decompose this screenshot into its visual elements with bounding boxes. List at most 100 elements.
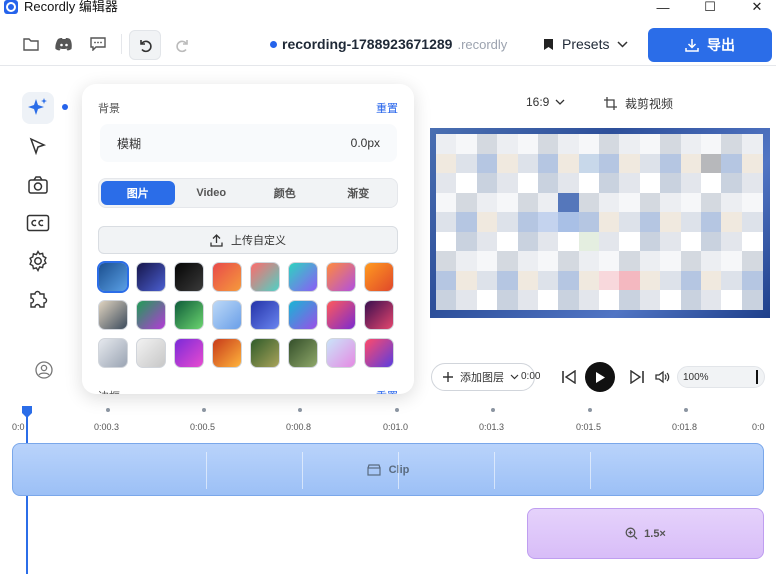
ruler-label: 0:00.3 [94,422,120,432]
wallpaper-thumbnail[interactable] [136,300,166,330]
preview-pixel [517,192,539,213]
discord-icon[interactable] [52,32,76,56]
volume-button[interactable] [652,366,674,388]
wallpaper-thumbnail[interactable] [326,262,356,292]
close-button[interactable]: ✕ [747,0,767,14]
ruler-label: 0:00.5 [190,422,216,432]
wallpaper-thumbnail[interactable] [364,300,394,330]
add-layer-button[interactable]: 添加图层 [431,363,535,391]
preview-pixel [599,212,620,233]
preview-pixel [497,231,519,252]
tab-image[interactable]: 图片 [101,181,175,205]
folder-icon[interactable] [19,32,43,56]
upload-label: 上传自定义 [231,235,286,247]
sidebar-background-button[interactable] [22,92,54,124]
toolbar: recording-1788923671289 .recordly Preset… [0,22,776,66]
account-icon[interactable] [34,360,54,380]
minimize-button[interactable]: — [653,0,673,15]
wallpaper-thumbnail[interactable] [98,300,128,330]
presets-label: Presets [562,36,610,52]
sidebar-camera-button[interactable] [22,169,54,201]
preview-pixel [599,173,620,194]
wallpaper-thumbnail[interactable] [326,300,356,330]
sidebar-settings-button[interactable] [22,245,54,277]
preview-pixel [537,290,559,311]
preview-pixel [578,251,600,272]
preview-pixel [700,134,722,154]
zoom-segment[interactable]: 1.5× [527,508,764,559]
preview-pixel [680,270,702,291]
clip-track[interactable]: Clip [12,443,764,496]
preview-pixel [456,192,478,213]
wallpaper-thumbnail[interactable] [212,262,242,292]
preview-pixel [517,153,539,174]
wallpaper-thumbnail[interactable] [174,262,204,292]
ruler-tick [491,408,495,412]
blur-slider[interactable]: 模糊 0.0px [100,124,397,162]
wallpaper-thumbnail[interactable] [288,262,318,292]
border-section-title: 边框 [98,388,120,394]
playhead-handle[interactable] [21,405,33,419]
preview-pixel [497,270,519,291]
undo-icon [140,40,152,53]
volume-slider[interactable]: 100% [677,366,765,388]
wallpaper-thumbnail[interactable] [250,262,280,292]
unsaved-indicator [270,40,277,48]
clip-segment-divider [590,452,591,489]
wallpaper-thumbnail[interactable] [212,338,242,368]
preview-pixel [680,290,702,311]
preview-pixel [619,153,641,174]
wallpaper-thumbnail[interactable] [288,338,318,368]
download-icon [685,39,699,52]
wallpaper-thumbnail[interactable] [250,338,280,368]
aspect-ratio-dropdown[interactable]: 16:9 [526,95,565,109]
chevron-down-icon [510,374,519,380]
wallpaper-thumbnail[interactable] [98,338,128,368]
wallpaper-thumbnail[interactable] [212,300,242,330]
sidebar-captions-button[interactable] [22,207,54,239]
clapperboard-icon [367,463,381,476]
feedback-icon[interactable] [86,32,110,56]
wallpaper-thumbnail[interactable] [136,262,166,292]
border-reset-button[interactable]: 重置 [376,388,398,394]
sidebar-cursor-button[interactable] [22,131,54,163]
clip-segment-divider [206,452,207,489]
sidebar-extensions-button[interactable] [22,283,54,315]
preview-pixel [660,251,682,272]
presets-dropdown[interactable]: Presets [543,36,628,52]
upload-custom-button[interactable]: 上传自定义 [98,226,398,254]
preview-pixel [476,290,498,311]
wallpaper-thumbnail[interactable] [288,300,318,330]
wallpaper-thumbnail[interactable] [174,338,204,368]
wallpaper-thumbnail[interactable] [250,300,280,330]
redo-button[interactable] [167,30,199,60]
preview-pixel [639,231,661,252]
undo-button[interactable] [129,30,161,60]
wallpaper-thumbnail[interactable] [364,262,394,292]
preview-pixel [497,173,519,194]
tab-gradient[interactable]: 渐变 [322,181,396,205]
wallpaper-thumbnail[interactable] [326,338,356,368]
ruler-label: 0:0 [752,422,765,432]
tab-video[interactable]: Video [175,181,249,205]
wallpaper-thumbnail[interactable] [364,338,394,368]
preview-pixel [680,231,702,252]
video-preview[interactable] [430,128,770,318]
file-extension: .recordly [457,36,508,52]
play-button[interactable] [585,362,615,392]
volume-slider-handle[interactable] [756,370,758,384]
maximize-button[interactable]: ☐ [700,0,720,14]
tab-color[interactable]: 颜色 [248,181,322,205]
skip-forward-button[interactable] [626,366,648,388]
reset-button[interactable]: 重置 [376,100,398,116]
file-name: recording-1788923671289 [282,36,453,52]
wallpaper-thumbnail[interactable] [136,338,166,368]
preview-pixel [497,212,519,233]
camera-icon [28,176,48,194]
wallpaper-thumbnail[interactable] [174,300,204,330]
preview-pixel [741,153,763,174]
skip-back-button[interactable] [558,366,580,388]
wallpaper-thumbnail[interactable] [97,261,129,293]
export-button[interactable]: 导出 [648,28,772,62]
crop-video-button[interactable]: 裁剪视频 [604,95,673,112]
